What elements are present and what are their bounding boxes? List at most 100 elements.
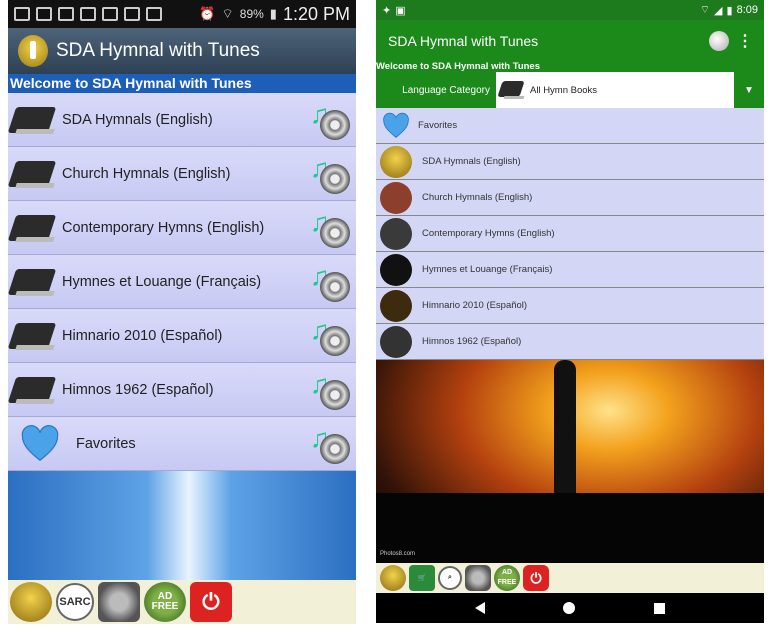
- settings-icon[interactable]: [98, 582, 140, 622]
- ad-free-button[interactable]: AD FREE: [144, 582, 186, 622]
- himnario-cover-icon: [380, 289, 412, 322]
- battery-icon: ▮: [269, 6, 277, 21]
- right-phone-screen: ✦ ▣ ⌔ ◢ ▮ 8:09 SDA Hymnal with Tunes ⋮ W…: [376, 0, 764, 624]
- hymnal-label: Hymnes et Louange (Français): [422, 264, 553, 275]
- hymnal-list: Favorites SDA Hymnals (English) Church H…: [376, 108, 764, 360]
- welcome-banner: Welcome to SDA Hymnal with Tunes: [8, 74, 356, 93]
- more-options-icon[interactable]: ⋮: [737, 31, 753, 51]
- search-button[interactable]: SARC: [56, 583, 94, 621]
- app-title: SDA Hymnal with Tunes: [388, 33, 539, 49]
- hymnes-cover-icon: [380, 253, 412, 286]
- battery-percent: 89%: [239, 7, 264, 21]
- favorites-label: Favorites: [418, 120, 458, 131]
- play-tunes-icon[interactable]: ♫: [310, 316, 350, 356]
- hymnal-label: Church Hymnals (English): [62, 165, 231, 182]
- dropdown-arrow-icon[interactable]: ▼: [734, 72, 764, 108]
- hymnal-label: Himnario 2010 (Español): [62, 327, 223, 344]
- image-credit: Photos8.com: [380, 551, 416, 557]
- hymnal-label: Himnos 1962 (Español): [422, 336, 522, 347]
- wifi-icon: ⌔: [699, 4, 711, 16]
- background-image: Photos8.com: [376, 360, 764, 563]
- image-icon: [146, 7, 162, 21]
- bottom-toolbar: SARC AD FREE ⏻: [8, 580, 356, 624]
- status-bar: ✦ ▣ ⌔ ◢ ▮ 8:09: [376, 0, 764, 20]
- play-tunes-icon[interactable]: ♫: [310, 424, 350, 464]
- hymnal-label: Contemporary Hymns (English): [62, 219, 265, 236]
- back-icon[interactable]: [475, 602, 486, 614]
- hymnal-item[interactable]: Himnos 1962 (Español): [376, 324, 764, 360]
- clock: 1:20 PM: [282, 3, 350, 24]
- settings-icon[interactable]: [465, 565, 491, 591]
- hymnal-item[interactable]: Himnario 2010 (Español): [376, 288, 764, 324]
- clock: 8:09: [736, 4, 758, 16]
- hymnal-item[interactable]: SDA Hymnals (English): [376, 144, 764, 180]
- play-tunes-icon[interactable]: ♫: [310, 100, 350, 140]
- church-hymnal-cover-icon: [380, 181, 412, 214]
- hymnal-item[interactable]: SDA Hymnals (English) ♫: [8, 93, 356, 147]
- status-bar: ⏰ ⌔ 89% ▮ 1:20 PM: [8, 0, 356, 28]
- sda-logo-icon[interactable]: [380, 565, 406, 591]
- language-category-select[interactable]: All Hymn Books: [496, 72, 734, 108]
- android-nav-bar: [376, 593, 764, 623]
- hymnal-list: SDA Hymnals (English) ♫ Church Hymnals (…: [8, 93, 356, 471]
- home-icon[interactable]: [563, 602, 576, 614]
- ad-free-button[interactable]: AD FREE: [494, 565, 520, 591]
- book-icon: [8, 157, 57, 191]
- left-phone-screen: ⏰ ⌔ 89% ▮ 1:20 PM SDA Hymnal with Tunes …: [8, 0, 356, 624]
- heart-icon: [20, 424, 60, 464]
- book-icon: [380, 325, 412, 358]
- heart-icon: [382, 112, 410, 140]
- sda-logo-icon[interactable]: [10, 582, 52, 622]
- favorites-label: Favorites: [76, 435, 136, 452]
- bottom-toolbar: 🛒 ⌕ AD FREE ⏻: [376, 563, 764, 593]
- add-icon: [14, 7, 30, 21]
- sda-logo-icon: [380, 145, 412, 178]
- play-tunes-icon[interactable]: ♫: [310, 370, 350, 410]
- play-tunes-icon[interactable]: ♫: [310, 208, 350, 248]
- hymnal-item[interactable]: Church Hymnals (English) ♫: [8, 147, 356, 201]
- background-image: [8, 471, 356, 581]
- hymnal-label: Hymnes et Louange (Français): [62, 273, 262, 290]
- book-icon: [8, 103, 57, 137]
- hymnal-item[interactable]: Church Hymnals (English): [376, 180, 764, 216]
- power-button[interactable]: ⏻: [523, 565, 549, 591]
- welcome-banner: Welcome to SDA Hymnal with Tunes: [376, 62, 764, 72]
- hymnal-label: Church Hymnals (English): [422, 192, 533, 203]
- recents-icon[interactable]: [653, 602, 665, 614]
- hymnal-item[interactable]: Hymnes et Louange (Français): [376, 252, 764, 288]
- app-header: SDA Hymnal with Tunes: [8, 28, 356, 74]
- favorites-item[interactable]: Favorites ♫: [8, 417, 356, 471]
- book-icon: [380, 217, 412, 250]
- cart-icon[interactable]: 🛒: [409, 565, 435, 591]
- play-tunes-icon[interactable]: ♫: [310, 154, 350, 194]
- account-icon[interactable]: [709, 31, 729, 51]
- hymnal-item[interactable]: Contemporary Hymns (English): [376, 216, 764, 252]
- search-icon[interactable]: ⌕: [438, 566, 462, 590]
- email-icon: [80, 7, 96, 21]
- book-icon: [497, 79, 525, 101]
- book-icon: [8, 211, 57, 245]
- hymnal-item[interactable]: Hymnes et Louange (Français) ♫: [8, 255, 356, 309]
- signal-icon: ◢: [714, 4, 723, 17]
- hymnal-item[interactable]: Himnos 1962 (Español) ♫: [8, 363, 356, 417]
- email-icon: [58, 7, 74, 21]
- battery-icon: ▮: [726, 4, 733, 17]
- alarm-icon: ⏰: [199, 6, 216, 21]
- selected-category: All Hymn Books: [530, 84, 598, 96]
- power-button[interactable]: ⏻: [190, 582, 232, 622]
- hymnal-label: Himnario 2010 (Español): [422, 300, 528, 311]
- hymnal-item[interactable]: Contemporary Hymns (English) ♫: [8, 201, 356, 255]
- app-header: SDA Hymnal with Tunes ⋮: [376, 20, 764, 62]
- hymnal-label: SDA Hymnals (English): [62, 111, 213, 128]
- play-tunes-icon[interactable]: ♫: [310, 262, 350, 302]
- image-icon: [124, 7, 140, 21]
- hymnal-label: Himnos 1962 (Español): [62, 381, 214, 398]
- email-icon: [102, 7, 118, 21]
- hymnal-item[interactable]: Himnario 2010 (Español) ♫: [8, 309, 356, 363]
- language-category-label: Language Category: [402, 84, 490, 96]
- wifi-icon: ⌔: [221, 6, 234, 21]
- favorites-item[interactable]: Favorites: [376, 108, 764, 144]
- notification-icon: ✦: [382, 4, 392, 17]
- language-category-row: Language Category All Hymn Books ▼: [376, 72, 764, 108]
- ground-silhouette: [376, 493, 764, 563]
